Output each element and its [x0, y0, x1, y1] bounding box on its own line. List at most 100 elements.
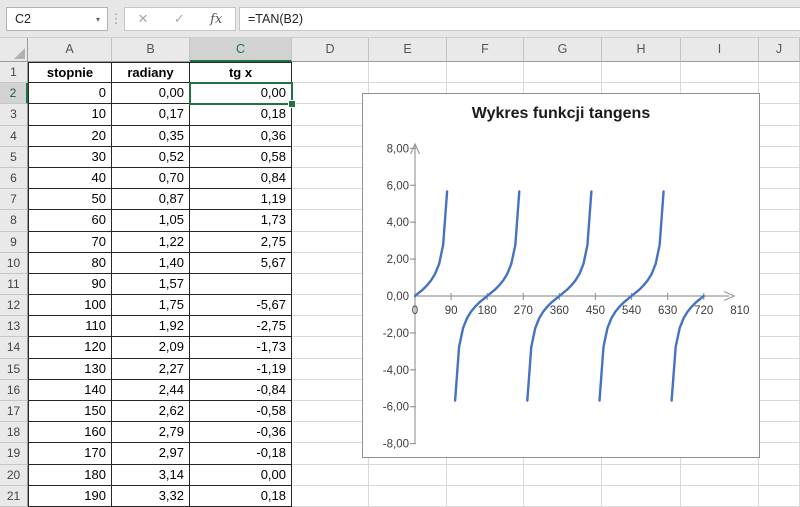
cell-D9[interactable] — [292, 231, 369, 253]
select-all-button[interactable] — [0, 38, 28, 62]
column-header-J[interactable]: J — [759, 38, 800, 62]
cell-J8[interactable] — [759, 210, 800, 232]
cell-I1[interactable] — [681, 62, 759, 84]
cell-C1[interactable]: tg x — [190, 62, 292, 84]
cell-J17[interactable] — [759, 401, 800, 423]
row-header-16[interactable]: 16 — [0, 379, 28, 402]
cell-E21[interactable] — [369, 485, 447, 507]
column-header-H[interactable]: H — [602, 38, 681, 62]
cell-A18[interactable]: 160 — [28, 422, 112, 444]
cell-J1[interactable] — [759, 62, 800, 84]
cell-J21[interactable] — [759, 485, 800, 507]
cell-B3[interactable]: 0,17 — [112, 104, 190, 126]
cell-C6[interactable]: 0,84 — [190, 167, 292, 190]
cell-A9[interactable]: 70 — [28, 231, 112, 253]
cell-J7[interactable] — [759, 189, 800, 211]
cell-D7[interactable] — [292, 189, 369, 211]
cell-C17[interactable]: -0,58 — [190, 401, 292, 423]
row-header-7[interactable]: 7 — [0, 189, 28, 211]
cell-J10[interactable] — [759, 252, 800, 274]
cell-D19[interactable] — [292, 443, 369, 465]
fill-handle[interactable] — [288, 100, 296, 109]
cell-D12[interactable] — [292, 295, 369, 317]
row-header-2[interactable]: 2 — [0, 83, 28, 105]
cell-J9[interactable] — [759, 231, 800, 253]
cell-J19[interactable] — [759, 443, 800, 465]
row-header-20[interactable]: 20 — [0, 464, 28, 486]
cell-D17[interactable] — [292, 401, 369, 423]
cell-D11[interactable] — [292, 273, 369, 296]
cell-C14[interactable]: -1,73 — [190, 337, 292, 359]
cell-J2[interactable] — [759, 83, 800, 105]
cell-J20[interactable] — [759, 464, 800, 486]
cell-E1[interactable] — [369, 62, 447, 84]
cell-D3[interactable] — [292, 104, 369, 126]
cell-A11[interactable]: 90 — [28, 273, 112, 296]
cell-B11[interactable]: 1,57 — [112, 273, 190, 296]
row-header-6[interactable]: 6 — [0, 167, 28, 190]
cell-A14[interactable]: 120 — [28, 337, 112, 359]
cell-D10[interactable] — [292, 252, 369, 274]
cell-B18[interactable]: 2,79 — [112, 422, 190, 444]
row-header-12[interactable]: 12 — [0, 295, 28, 317]
cell-A20[interactable]: 180 — [28, 464, 112, 486]
cell-G21[interactable] — [524, 485, 602, 507]
cell-B16[interactable]: 2,44 — [112, 379, 190, 402]
insert-function-icon[interactable]: fx — [210, 12, 222, 27]
cell-A15[interactable]: 130 — [28, 358, 112, 380]
cell-F20[interactable] — [447, 464, 524, 486]
cell-B17[interactable]: 2,62 — [112, 401, 190, 423]
cell-D18[interactable] — [292, 422, 369, 444]
column-header-B[interactable]: B — [112, 38, 190, 62]
cell-G20[interactable] — [524, 464, 602, 486]
cell-C9[interactable]: 2,75 — [190, 231, 292, 253]
row-header-3[interactable]: 3 — [0, 104, 28, 126]
cell-D16[interactable] — [292, 379, 369, 402]
cell-A19[interactable]: 170 — [28, 443, 112, 465]
cell-C13[interactable]: -2,75 — [190, 316, 292, 338]
cell-B2[interactable]: 0,00 — [112, 83, 190, 105]
cell-I20[interactable] — [681, 464, 759, 486]
row-header-1[interactable]: 1 — [0, 62, 28, 84]
cell-C11[interactable] — [190, 273, 292, 296]
cancel-icon[interactable]: ✕ — [138, 11, 149, 27]
cell-A12[interactable]: 100 — [28, 295, 112, 317]
row-header-14[interactable]: 14 — [0, 337, 28, 359]
cell-C3[interactable]: 0,18 — [190, 104, 292, 126]
cell-B14[interactable]: 2,09 — [112, 337, 190, 359]
cell-D21[interactable] — [292, 485, 369, 507]
chart[interactable]: Wykres funkcji tangens 0 90 180 270 360 450 54… — [362, 93, 760, 458]
cell-J14[interactable] — [759, 337, 800, 359]
cell-B21[interactable]: 3,32 — [112, 485, 190, 507]
cell-C18[interactable]: -0,36 — [190, 422, 292, 444]
cell-B10[interactable]: 1,40 — [112, 252, 190, 274]
cell-A16[interactable]: 140 — [28, 379, 112, 402]
cell-D20[interactable] — [292, 464, 369, 486]
enter-icon[interactable]: ✓ — [174, 11, 185, 27]
cell-B6[interactable]: 0,70 — [112, 167, 190, 190]
cell-J6[interactable] — [759, 167, 800, 190]
cell-A7[interactable]: 50 — [28, 189, 112, 211]
cell-B12[interactable]: 1,75 — [112, 295, 190, 317]
cell-A21[interactable]: 190 — [28, 485, 112, 507]
cell-D13[interactable] — [292, 316, 369, 338]
row-header-4[interactable]: 4 — [0, 125, 28, 147]
cell-A1[interactable]: stopnie — [28, 62, 112, 84]
cell-J3[interactable] — [759, 104, 800, 126]
cell-J18[interactable] — [759, 422, 800, 444]
row-header-11[interactable]: 11 — [0, 273, 28, 296]
cell-A3[interactable]: 10 — [28, 104, 112, 126]
row-header-18[interactable]: 18 — [0, 422, 28, 444]
cell-A6[interactable]: 40 — [28, 167, 112, 190]
cell-B8[interactable]: 1,05 — [112, 210, 190, 232]
cell-J13[interactable] — [759, 316, 800, 338]
cell-C15[interactable]: -1,19 — [190, 358, 292, 380]
column-header-D[interactable]: D — [292, 38, 369, 62]
row-header-17[interactable]: 17 — [0, 401, 28, 423]
cell-A8[interactable]: 60 — [28, 210, 112, 232]
cell-F21[interactable] — [447, 485, 524, 507]
cell-D6[interactable] — [292, 167, 369, 190]
cell-H1[interactable] — [602, 62, 681, 84]
cell-J16[interactable] — [759, 379, 800, 402]
cell-A2[interactable]: 0 — [28, 83, 112, 105]
